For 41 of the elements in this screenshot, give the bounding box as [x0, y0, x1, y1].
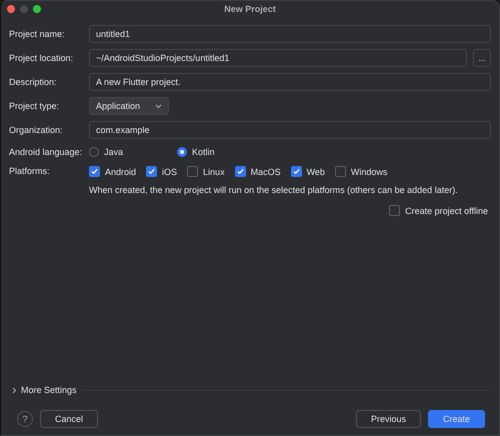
field-label: Project type: — [9, 101, 60, 111]
input-field[interactable]: com.example — [89, 121, 491, 139]
checkbox-label: Android — [105, 166, 136, 176]
checkbox[interactable] — [334, 166, 346, 177]
checkbox-label: Web — [306, 166, 325, 176]
checkbox-label: Create project offline — [405, 206, 488, 216]
checkbox[interactable] — [389, 205, 400, 216]
chevron-right-icon[interactable] — [12, 386, 17, 394]
checkbox[interactable] — [146, 166, 158, 177]
checkbox[interactable] — [290, 166, 302, 177]
previous-button[interactable]: Previous — [356, 410, 421, 428]
platforms-note: When created, the new project will run on the selected platforms (others can be added later). — [89, 185, 458, 195]
close-icon[interactable] — [7, 5, 15, 13]
field-label: Project name: — [9, 29, 66, 39]
field-label: Platforms: — [9, 166, 51, 176]
help-button[interactable]: ? — [17, 411, 33, 427]
checkbox[interactable] — [89, 166, 100, 177]
window-title: New Project — [224, 4, 276, 14]
field-label: Android language: — [9, 147, 83, 157]
chevron-down-icon — [155, 104, 162, 108]
checkbox-label: iOS — [162, 166, 178, 176]
field-label: Organization: — [9, 125, 64, 135]
project-type-dropdown[interactable]: Application — [89, 97, 169, 115]
radio-button[interactable] — [177, 147, 187, 157]
checkbox-label: MacOS — [250, 166, 281, 176]
radio-button[interactable] — [89, 147, 99, 157]
checkbox[interactable] — [234, 166, 246, 177]
cancel-button[interactable]: Cancel — [40, 410, 98, 428]
checkbox-label: Windows — [350, 166, 388, 176]
field-label: Description: — [9, 77, 58, 87]
zoom-icon[interactable] — [33, 5, 41, 13]
input-field[interactable]: A new Flutter project. — [89, 73, 491, 91]
checkbox-label: Linux — [203, 166, 225, 176]
input-field[interactable]: ~/AndroidStudioProjects/untitled1 — [89, 49, 467, 67]
more-settings-toggle[interactable]: More Settings — [21, 385, 77, 395]
browse-button[interactable]: ... — [473, 49, 491, 67]
radio-label: Kotlin — [192, 147, 215, 157]
field-label: Project location: — [9, 53, 74, 63]
checkbox[interactable] — [187, 166, 198, 177]
radio-label: Java — [104, 147, 124, 157]
input-field[interactable]: untitled1 — [89, 25, 491, 43]
